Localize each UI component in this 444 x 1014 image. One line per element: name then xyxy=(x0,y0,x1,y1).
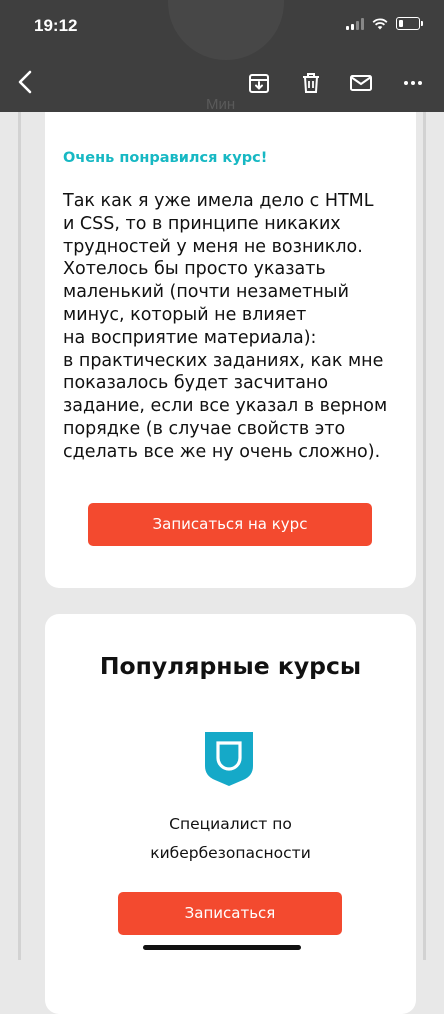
email-body[interactable]: Очень понравился курс! Так как я уже име… xyxy=(0,92,444,1014)
popular-courses-card: Популярные курсы Специалист по кибербезо… xyxy=(45,614,416,1014)
right-border xyxy=(423,112,426,960)
more-icon[interactable] xyxy=(400,70,426,96)
home-indicator[interactable] xyxy=(143,945,301,950)
popular-courses-title: Популярные курсы xyxy=(99,652,362,680)
review-text: Так как я уже имела дело с HTML и CSS, т… xyxy=(63,191,388,462)
sender-avatar xyxy=(168,0,284,60)
review-title: Очень понравился курс! xyxy=(63,150,268,166)
archive-icon[interactable] xyxy=(246,70,272,96)
sender-name: Мин xyxy=(206,96,236,113)
trash-icon[interactable] xyxy=(298,70,324,96)
left-border xyxy=(18,112,21,960)
back-icon[interactable] xyxy=(12,66,40,98)
status-icons xyxy=(346,17,423,30)
cellular-signal-icon xyxy=(346,17,364,30)
enroll-button[interactable]: Записаться xyxy=(118,892,342,935)
status-time: 19:12 xyxy=(34,16,78,35)
shield-icon xyxy=(205,732,253,786)
wifi-icon xyxy=(372,17,388,29)
review-card: Очень понравился курс! Так как я уже име… xyxy=(45,92,416,588)
mail-icon[interactable] xyxy=(348,70,374,96)
course-name: Специалист по кибербезопасности xyxy=(150,815,311,862)
enroll-course-button[interactable]: Записаться на курс xyxy=(88,503,372,546)
top-bar: 19:12 Мин xyxy=(0,0,444,113)
battery-icon xyxy=(396,17,423,30)
